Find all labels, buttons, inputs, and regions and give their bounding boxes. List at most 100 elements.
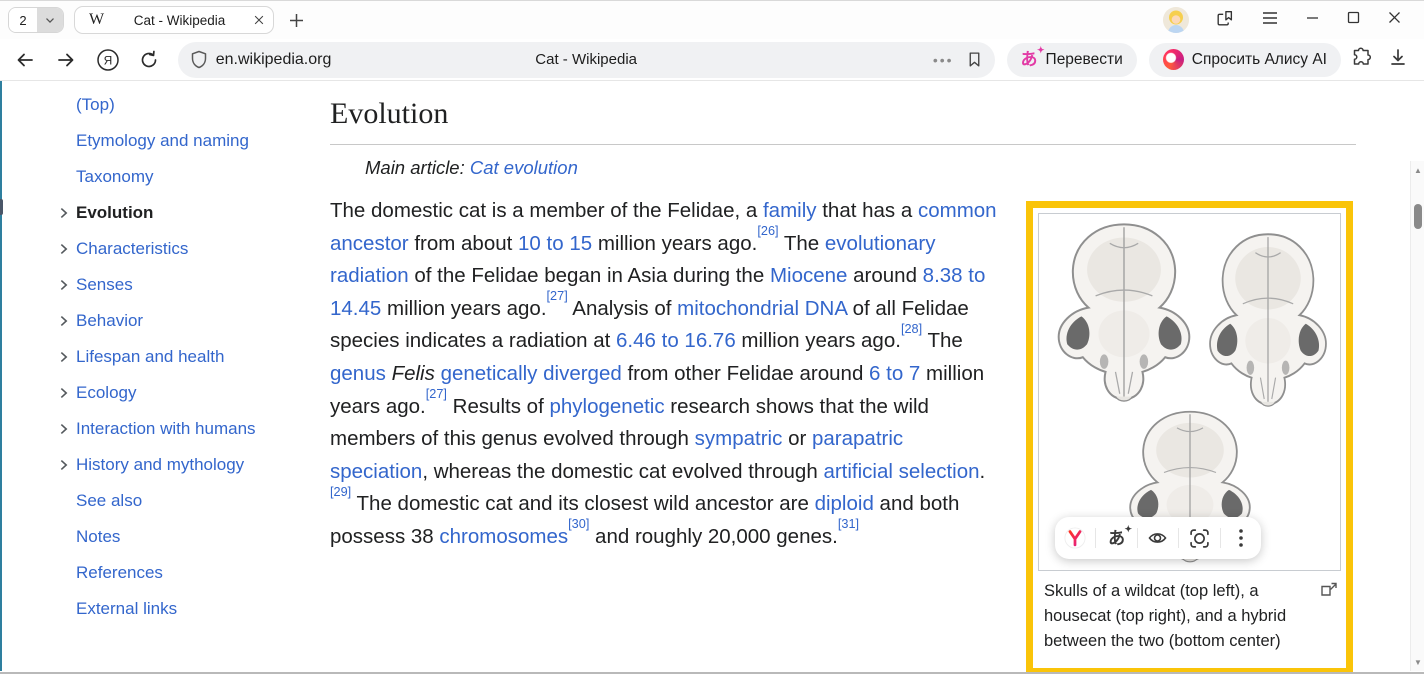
highlighted-figure: あ✦ <box>1026 201 1353 674</box>
article-link[interactable]: Cat evolution <box>470 157 578 178</box>
address-bar[interactable]: en.wikipedia.org Cat - Wikipedia ••• <box>178 42 995 78</box>
view-image-button[interactable] <box>1144 524 1172 552</box>
downloads-icon[interactable] <box>1388 47 1408 72</box>
extensions-icon[interactable] <box>1351 47 1372 73</box>
scrollbar-thumb[interactable] <box>1414 204 1422 229</box>
hatnote: Main article: Cat evolution <box>365 157 1356 179</box>
section-divider <box>330 144 1356 145</box>
section-expand-chevron-icon[interactable] <box>56 240 76 258</box>
toc-item-label[interactable]: Taxonomy <box>76 167 153 187</box>
reference-link[interactable]: [28] <box>901 321 922 336</box>
toc-item-label[interactable]: Etymology and naming <box>76 131 249 151</box>
refresh-icon[interactable] <box>132 43 165 77</box>
chevron-down-icon <box>43 13 57 27</box>
image-translate-button[interactable]: あ✦ <box>1103 524 1131 552</box>
scroll-up-arrow[interactable]: ▲ <box>1411 163 1424 177</box>
article-link[interactable]: genetically diverged <box>441 362 622 385</box>
address-more-icon[interactable]: ••• <box>933 52 954 68</box>
toc-item-label[interactable]: References <box>76 563 163 583</box>
toc-item-label[interactable]: Behavior <box>76 311 143 331</box>
tab-list-chevron-button[interactable] <box>37 8 63 32</box>
browser-tab[interactable]: W Cat - Wikipedia <box>74 6 274 34</box>
toc-item: Etymology and naming <box>0 123 330 159</box>
section-heading: Evolution <box>330 97 1356 131</box>
toc-item: Notes <box>0 519 330 555</box>
article-link[interactable]: 10 to 15 <box>518 232 592 255</box>
toc-item-label[interactable]: History and mythology <box>76 455 244 475</box>
section-expand-chevron-icon[interactable] <box>56 312 76 330</box>
reference-link[interactable]: [30] <box>568 516 589 531</box>
italic-text: Felis <box>392 362 435 385</box>
minimize-button[interactable] <box>1305 10 1320 30</box>
reference-link[interactable]: [29] <box>330 484 351 499</box>
profile-avatar[interactable] <box>1163 7 1189 33</box>
toc-item: Characteristics <box>0 231 330 267</box>
tab-close-icon[interactable] <box>253 14 265 26</box>
site-security-shield-icon[interactable] <box>190 50 208 69</box>
side-panels-icon[interactable] <box>1215 8 1235 33</box>
toc-item-label[interactable]: Evolution <box>76 203 153 223</box>
close-button[interactable] <box>1387 10 1402 30</box>
article-link[interactable]: family <box>763 199 817 222</box>
toc-item-label[interactable]: (Top) <box>76 95 115 115</box>
toc-item: Evolution <box>0 195 330 231</box>
menu-icon[interactable] <box>1261 10 1279 31</box>
skulls-image[interactable]: あ✦ <box>1038 213 1341 571</box>
section-expand-chevron-icon[interactable] <box>56 348 76 366</box>
toolbar-divider <box>1178 528 1179 548</box>
reference-link[interactable]: [27] <box>547 288 568 303</box>
toc-item-label[interactable]: Ecology <box>76 383 136 403</box>
toc-item-label[interactable]: See also <box>76 491 142 511</box>
article-link[interactable]: parapatric speciation <box>330 427 903 483</box>
article-link[interactable]: phylogenetic <box>549 395 664 418</box>
tab-count-button[interactable]: 2 <box>9 8 37 32</box>
reference-link[interactable]: [26] <box>757 223 778 238</box>
url-text[interactable]: en.wikipedia.org <box>216 51 332 69</box>
yandex-logo-button[interactable] <box>1061 524 1089 552</box>
back-button[interactable] <box>8 43 41 77</box>
translate-button[interactable]: あ✦ Перевести <box>1007 43 1137 77</box>
reference-link[interactable]: [27] <box>426 386 447 401</box>
toc-item-label[interactable]: Interaction with humans <box>76 419 256 439</box>
figure-caption-text: Skulls of a wildcat (top left), a housec… <box>1044 582 1286 650</box>
toc-item-label[interactable]: Notes <box>76 527 120 547</box>
section-expand-chevron-icon[interactable] <box>56 384 76 402</box>
article-link[interactable]: chromosomes <box>439 525 568 548</box>
article-link[interactable]: sympatric <box>695 427 783 450</box>
toc-item-label[interactable]: Characteristics <box>76 239 188 259</box>
toc-item-label[interactable]: External links <box>76 599 177 619</box>
maximize-button[interactable] <box>1346 10 1361 30</box>
toolbar-divider <box>1220 528 1221 548</box>
article-link[interactable]: diploid <box>815 492 874 515</box>
ask-alice-button[interactable]: Спросить Алису AI <box>1149 43 1341 77</box>
article-link[interactable]: mitochondrial DNA <box>677 297 847 320</box>
section-expand-chevron-icon[interactable] <box>56 420 76 438</box>
section-expand-chevron-icon[interactable] <box>56 456 76 474</box>
toc-item: Lifespan and health <box>0 339 330 375</box>
article-link[interactable]: genus <box>330 362 386 385</box>
reference-link[interactable]: [31] <box>838 516 859 531</box>
toc-item: See also <box>0 483 330 519</box>
bookmark-icon[interactable] <box>966 50 983 69</box>
section-expand-chevron-icon[interactable] <box>56 276 76 294</box>
section-expand-chevron-icon[interactable] <box>56 204 76 222</box>
scroll-down-arrow[interactable]: ▼ <box>1411 655 1424 669</box>
image-overlay-toolbar: あ✦ <box>1055 517 1261 559</box>
article-link[interactable]: 8.38 to 14.45 <box>330 264 985 320</box>
image-search-button[interactable] <box>1185 524 1213 552</box>
image-more-button[interactable] <box>1227 524 1255 552</box>
toc-item-label[interactable]: Senses <box>76 275 133 295</box>
article-link[interactable]: Miocene <box>770 264 848 287</box>
browser-window: 2 W Cat - Wikipedia <box>0 0 1424 674</box>
yandex-start-icon[interactable]: Я <box>91 43 124 77</box>
article-paragraph: The domestic cat is a member of the Feli… <box>330 195 1006 554</box>
article-link[interactable]: artificial selection <box>823 460 979 483</box>
forward-button[interactable] <box>49 43 82 77</box>
toc-item-label[interactable]: Lifespan and health <box>76 347 224 367</box>
article-link[interactable]: 6.46 to 16.76 <box>616 329 736 352</box>
vertical-scrollbar[interactable]: ▲ ▼ <box>1410 161 1424 671</box>
enlarge-icon[interactable] <box>1321 579 1337 604</box>
navigation-toolbar: Я en.wikipedia.org Cat - Wikipedia ••• <box>0 39 1424 81</box>
article-link[interactable]: 6 to 7 <box>869 362 920 385</box>
new-tab-button[interactable] <box>288 12 305 29</box>
